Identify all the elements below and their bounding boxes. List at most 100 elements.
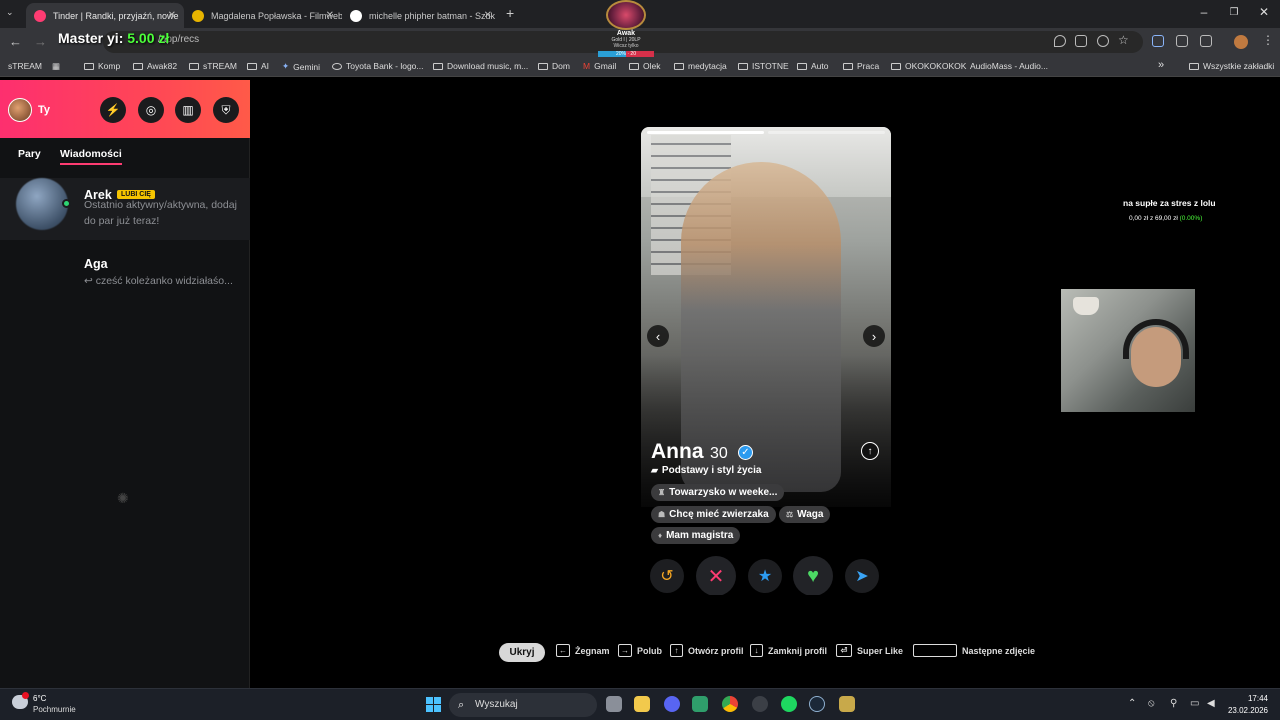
steam-icon[interactable] xyxy=(809,696,825,712)
tab-pary[interactable]: Pary xyxy=(18,148,41,163)
folder-icon xyxy=(538,62,548,70)
previous-photo-chevron-icon[interactable]: ‹ xyxy=(647,325,669,347)
briefcase-icon[interactable]: ▥ xyxy=(175,97,201,123)
graduation-cap-icon: ♦ xyxy=(658,531,663,540)
bookmark-stream-folder[interactable]: sTREAM xyxy=(189,61,237,71)
like-button[interactable]: ♥ xyxy=(793,556,833,595)
bookmark-istotne[interactable]: ISTOTNE xyxy=(738,61,789,71)
photo-person xyxy=(681,162,841,492)
puzzle-icon[interactable] xyxy=(1200,35,1212,47)
profile-age: 30 xyxy=(710,445,728,462)
close-icon[interactable]: ✕ xyxy=(168,10,176,21)
open-profile-arrow-icon[interactable]: ↑ xyxy=(861,442,879,460)
verified-badge-icon: ✓ xyxy=(738,445,753,460)
sidebar-tabs: Pary Wiadomości xyxy=(0,138,250,178)
bookmark-medytacja[interactable]: medytacja xyxy=(674,61,727,71)
tab-filmweb[interactable]: Magdalena Popławska - Filmweb ✕ xyxy=(184,3,342,28)
tab-list-menu-icon[interactable]: ⌄ xyxy=(6,7,14,18)
windows-start-icon[interactable] xyxy=(426,697,441,712)
minimize-icon[interactable]: – xyxy=(1194,5,1214,19)
bookmark-awak82[interactable]: Awak82 xyxy=(133,61,177,71)
bookmark-okokokokok[interactable]: OKOKOKOKOK xyxy=(891,61,966,71)
bookmark-toyota[interactable]: Toyota Bank - logo... xyxy=(332,61,424,71)
spotify-icon[interactable] xyxy=(781,696,797,712)
location-icon[interactable] xyxy=(1054,35,1066,47)
close-icon[interactable]: ✕ xyxy=(484,10,492,21)
extension-icon[interactable] xyxy=(1176,35,1188,47)
explore-compass-icon[interactable]: ◎ xyxy=(138,97,164,123)
bookmark-ai[interactable]: AI xyxy=(247,61,269,71)
webcam-feed xyxy=(1061,289,1195,412)
avatar[interactable] xyxy=(8,98,32,122)
profile-chip: ♜ Towarzysko w weeke... xyxy=(651,484,785,501)
all-bookmarks[interactable]: Wszystkie zakładki xyxy=(1189,61,1274,71)
forward-icon[interactable]: → xyxy=(34,34,47,49)
user-name[interactable]: Ty xyxy=(38,104,50,116)
new-tab-button[interactable]: + xyxy=(506,5,514,21)
safety-shield-icon[interactable]: ⛨ xyxy=(213,97,239,123)
bookmark-komp[interactable]: Komp xyxy=(84,61,120,71)
tray-icon[interactable]: ⚲ xyxy=(1170,698,1177,709)
eye-off-icon[interactable] xyxy=(1097,35,1109,47)
bookmark-olek[interactable]: Olek xyxy=(629,61,660,71)
tray-icon[interactable]: ⦸ xyxy=(1148,698,1155,709)
bookmark-auto[interactable]: Auto xyxy=(797,61,829,71)
network-icon[interactable]: ▭ xyxy=(1190,698,1199,709)
conversation-arek[interactable]: Arek LUBI CIĘ Ostatnio aktywny/aktywna, … xyxy=(0,178,250,240)
site-icon xyxy=(433,62,443,70)
super-like-button[interactable]: ★ xyxy=(748,559,782,593)
master-amount: 5.00 zł xyxy=(127,30,170,46)
bookmark-gemini[interactable]: ✦ Gemini xyxy=(282,61,320,72)
boost-lightning-icon[interactable]: ⚡ xyxy=(100,97,126,123)
tab-google-search[interactable]: michelle phipher batman - Szuk ✕ xyxy=(342,3,500,28)
next-photo-chevron-icon[interactable]: › xyxy=(863,325,885,347)
hint-like: → Polub xyxy=(618,644,662,657)
chrome-icon[interactable] xyxy=(722,696,738,712)
extension-translate-icon[interactable] xyxy=(1152,35,1164,47)
boost-button[interactable]: ➤ xyxy=(845,559,879,593)
app-icon[interactable] xyxy=(692,696,708,712)
profile-card[interactable]: ‹ › ↑ Anna 30 ✓ ▰ Podstawy i styl życia ♜… xyxy=(641,127,891,595)
maximize-icon[interactable]: ❐ xyxy=(1224,7,1244,18)
send-icon[interactable] xyxy=(1075,35,1087,47)
enter-key-icon: ⏎ xyxy=(836,644,852,657)
conversation-aga[interactable]: Aga ↩ cześć koleżanko widziałaśo... xyxy=(0,250,250,312)
hide-hints-button[interactable]: Ukryj xyxy=(499,643,545,662)
tab-wiadomosci[interactable]: Wiadomości xyxy=(60,148,122,165)
file-explorer-icon[interactable] xyxy=(634,696,650,712)
app-icon[interactable] xyxy=(752,696,768,712)
menu-kebab-icon[interactable]: ⋮ xyxy=(1262,33,1274,47)
bookmark-label: medytacja xyxy=(688,61,727,71)
tab-tinder[interactable]: Tinder | Randki, przyjaźń, nowe ✕ xyxy=(26,3,184,28)
close-icon[interactable]: ✕ xyxy=(326,10,334,21)
task-view-icon[interactable] xyxy=(606,696,622,712)
bookmark-star-icon[interactable]: ☆ xyxy=(1118,33,1129,47)
profile-chip: ⚖ Waga xyxy=(779,506,831,523)
bookmark-label: Gemini xyxy=(293,61,321,72)
weather-description[interactable]: Pochmurnie xyxy=(33,705,76,714)
discord-icon[interactable] xyxy=(664,696,680,712)
bookmark-download-music[interactable]: Download music, m... xyxy=(433,61,528,71)
bookmark-audiomass[interactable]: AudioMass - Audio... xyxy=(970,61,1048,71)
bookmark-gmail[interactable]: M Gmail xyxy=(583,61,616,71)
bookmark-dom[interactable]: Dom xyxy=(538,61,570,71)
window-close-icon[interactable]: ✕ xyxy=(1254,5,1274,19)
profile-avatar[interactable] xyxy=(1234,35,1248,49)
nope-button[interactable]: ✕ xyxy=(696,556,736,595)
bookmark-stream[interactable]: sTREAM xyxy=(8,61,42,71)
hint-label: Super Like xyxy=(857,645,904,656)
taskbar-clock[interactable]: 17:44 xyxy=(1222,694,1268,703)
tray-chevron-up-icon[interactable]: ⌃ xyxy=(1128,698,1136,709)
apps-grid-icon[interactable]: ▦ xyxy=(52,61,60,72)
taskbar-search[interactable]: ⌕ Wyszukaj xyxy=(449,693,597,717)
conversation-name: Aga xyxy=(84,257,108,271)
rewind-button[interactable]: ↺ xyxy=(650,559,684,593)
taskbar-date[interactable]: 23.02.2026 xyxy=(1210,706,1268,715)
back-icon[interactable]: ← xyxy=(9,34,22,49)
weather-temperature[interactable]: 6°C xyxy=(33,694,46,703)
bookmark-praca[interactable]: Praca xyxy=(843,61,879,71)
up-arrow-key-icon: ↑ xyxy=(670,644,683,657)
bookmarks-overflow-button[interactable]: » xyxy=(1158,59,1164,71)
app-icon[interactable] xyxy=(839,696,855,712)
tinder-favicon-icon xyxy=(34,9,46,22)
